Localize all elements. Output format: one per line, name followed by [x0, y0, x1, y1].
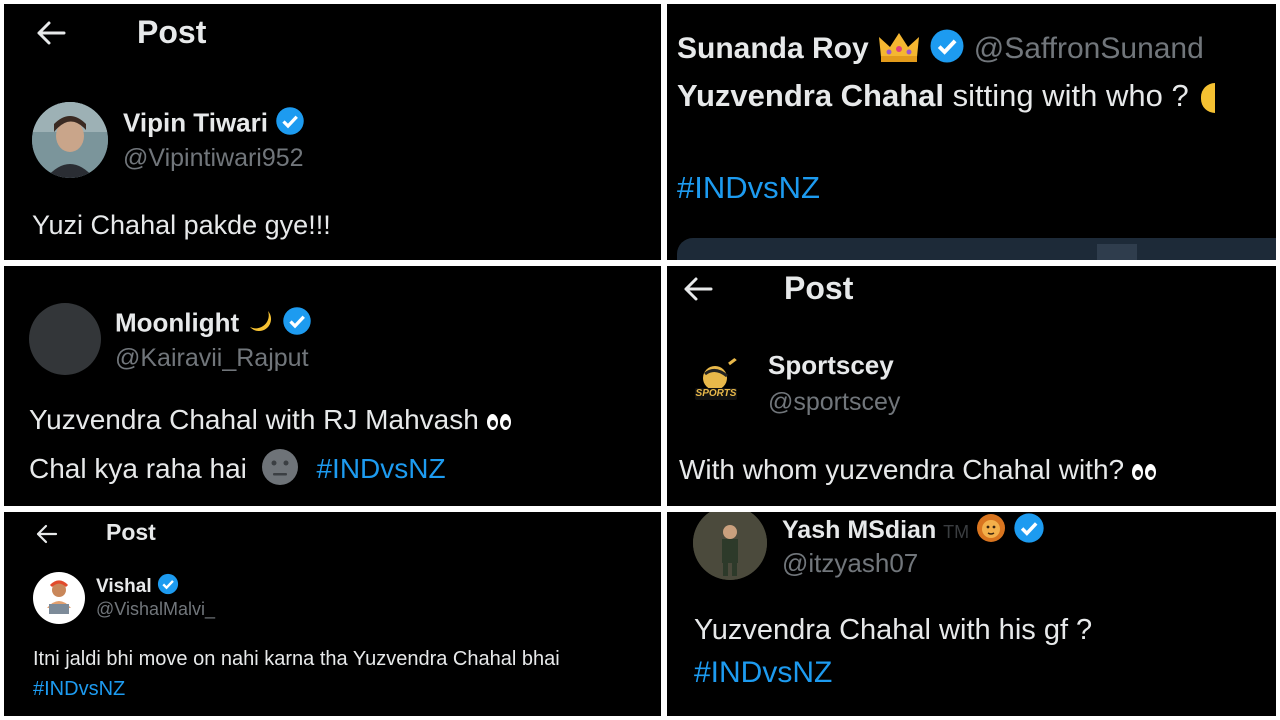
tweet-text-line2: Chal kya raha hai #INDvsNZ [29, 448, 446, 493]
display-name-text: Vipin Tiwari [123, 107, 268, 138]
page-title: Post [137, 14, 207, 50]
tweet-text-rest: sitting with who ? [944, 78, 1189, 113]
back-arrow-icon[interactable] [36, 524, 58, 544]
tweet-text: Yuzvendra Chahal with his gf ? [694, 614, 1093, 646]
lion-icon [976, 513, 1006, 550]
hashtag-link[interactable]: #INDvsNZ [33, 678, 125, 701]
user-handle[interactable]: @sportscey [768, 388, 900, 417]
display-name[interactable]: Moonlight [115, 306, 312, 343]
tweet-panel-vishal: Post Vishal @VishalMalvi_ Itni jaldi bhi… [4, 512, 661, 716]
crescent-moon-icon [246, 307, 274, 342]
avatar[interactable] [693, 512, 767, 580]
user-handle[interactable]: @itzyash07 [782, 548, 918, 579]
display-name[interactable]: Vishal [96, 573, 179, 601]
page-title: Post [784, 270, 854, 306]
avatar[interactable] [33, 572, 85, 624]
tweet-text-bold: Yuzvendra Chahal [677, 78, 945, 113]
avatar[interactable]: SPORTS [685, 352, 747, 414]
hashtag-link[interactable]: #INDvsNZ [677, 170, 820, 206]
hashtag-link[interactable]: #INDvsNZ [694, 656, 832, 690]
tweet-text: Chal kya raha hai [29, 452, 247, 484]
user-handle[interactable]: @Vipintiwari952 [123, 144, 304, 173]
tweet-panel-sportscey: Post SPORTS Sportscey @sportscey With wh… [667, 266, 1276, 506]
tweet-panel-sunanda: Sunanda Roy @SaffronSunand Yuzvendra Cha… [667, 4, 1276, 260]
tweet-text: Yuzvendra Chahal sitting with who ? [677, 78, 1216, 114]
user-handle[interactable]: @VishalMalvi_ [96, 599, 215, 620]
neutral-face-icon [261, 448, 299, 493]
display-name[interactable]: Sunanda Roy @SaffronSunand [677, 28, 1204, 72]
partial-emoji-icon [1201, 82, 1216, 113]
verified-badge-icon [282, 306, 312, 343]
display-name[interactable]: Sportscey [768, 350, 894, 381]
display-name[interactable]: Yash MSdian TM [782, 512, 1045, 551]
tweet-text: Itni jaldi bhi move on nahi karna tha Yu… [33, 648, 560, 670]
avatar[interactable] [32, 102, 108, 178]
display-name-text: Sunanda Roy [677, 31, 869, 65]
user-handle[interactable]: @SaffronSunand [974, 32, 1204, 65]
tweet-text: With whom yuzvendra Chahal with? [679, 454, 1125, 485]
tweet-text-line: With whom yuzvendra Chahal with? [679, 454, 1156, 486]
back-arrow-icon[interactable] [683, 276, 713, 302]
verified-badge-icon [275, 106, 305, 143]
tweet-text: Yuzvendra Chahal with RJ Mahvash [29, 404, 479, 435]
hashtag-link[interactable]: #INDvsNZ [316, 453, 445, 484]
tweet-panel-yash: Yash MSdian TM @itzyash07 Yuzvendra Chah… [667, 512, 1276, 716]
back-arrow-icon[interactable] [36, 20, 66, 46]
display-name-text: Vishal [96, 576, 152, 598]
user-handle[interactable]: @Kairavii_Rajput [115, 344, 309, 373]
verified-badge-icon [1013, 512, 1045, 551]
page-title: Post [106, 519, 156, 545]
avatar-logo-text: SPORTS [695, 388, 737, 399]
eyes-icon [486, 413, 511, 430]
tweet-panel-moonlight: Moonlight @Kairavii_Rajput Yuzvendra Cha… [4, 266, 661, 506]
media-preview[interactable] [677, 238, 1276, 260]
verified-badge-icon [929, 28, 965, 72]
trademark-mark: TM [943, 522, 970, 543]
display-name-text: Yash MSdian [782, 516, 937, 545]
display-name[interactable]: Vipin Tiwari [123, 106, 305, 143]
display-name-text: Moonlight [115, 307, 240, 338]
eyes-icon [1131, 463, 1156, 480]
crown-icon [877, 29, 921, 71]
avatar[interactable] [29, 303, 101, 375]
tweet-panel-vipin: Post Vipin Tiwari @Vipintiwari952 Yuzi C… [4, 4, 661, 260]
verified-badge-icon [157, 573, 179, 601]
tweet-text: Yuzi Chahal pakde gye!!! [32, 210, 331, 240]
tweet-text-line1: Yuzvendra Chahal with RJ Mahvash [29, 404, 511, 436]
